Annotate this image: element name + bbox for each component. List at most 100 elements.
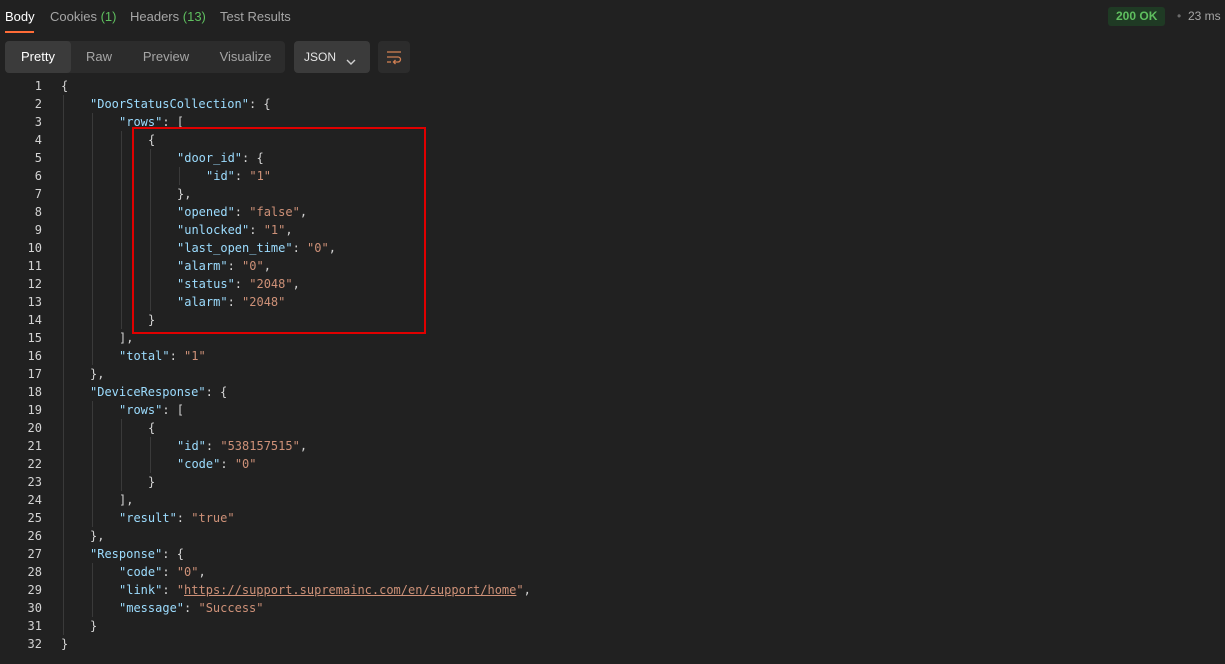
line-number: 6 bbox=[34, 169, 42, 183]
indent-guide bbox=[63, 491, 64, 509]
mode-raw-button[interactable]: Raw bbox=[75, 41, 123, 73]
code-line-content: "total": "1" bbox=[119, 347, 206, 365]
line-number: 23 bbox=[27, 475, 42, 489]
code-line-content: "link": "https://support.supremainc.com/… bbox=[119, 581, 531, 599]
indent-guide bbox=[121, 167, 122, 185]
code-line-content: } bbox=[90, 617, 97, 635]
indent-guide bbox=[63, 239, 64, 257]
indent-guide bbox=[121, 257, 122, 275]
language-select[interactable]: JSON bbox=[294, 41, 370, 73]
highlight-annotation-box bbox=[132, 127, 426, 334]
json-punctuation: , bbox=[523, 583, 531, 597]
code-line: 20 { bbox=[0, 419, 1225, 437]
json-string: "true" bbox=[191, 511, 235, 525]
indent-guide bbox=[92, 221, 93, 239]
line-number: 10 bbox=[27, 241, 42, 255]
line-number: 5 bbox=[34, 151, 42, 165]
indent-guide bbox=[63, 401, 64, 419]
code-line-content: "rows": [ bbox=[119, 401, 184, 419]
json-punctuation: }, bbox=[90, 529, 105, 543]
indent-guide bbox=[92, 167, 93, 185]
indent-guide bbox=[121, 185, 122, 203]
tab-cookies-label: Cookies bbox=[50, 9, 97, 24]
json-key: "message" bbox=[119, 601, 185, 615]
code-line-content: } bbox=[61, 635, 68, 653]
json-key: "code" bbox=[177, 457, 221, 471]
code-line: 18 "DeviceResponse": { bbox=[0, 383, 1225, 401]
code-line-content: "result": "true" bbox=[119, 509, 235, 527]
indent-guide bbox=[63, 113, 64, 131]
code-line: 30 "message": "Success" bbox=[0, 599, 1225, 617]
code-line: 25 "result": "true" bbox=[0, 509, 1225, 527]
json-punctuation: { bbox=[148, 421, 156, 435]
indent-guide bbox=[92, 401, 93, 419]
indent-guide bbox=[63, 275, 64, 293]
code-line: 16 "total": "1" bbox=[0, 347, 1225, 365]
json-punctuation: }, bbox=[90, 367, 105, 381]
json-punctuation: ], bbox=[119, 493, 134, 507]
indent-guide bbox=[121, 311, 122, 329]
mode-preview-button[interactable]: Preview bbox=[129, 41, 203, 73]
json-punctuation: , bbox=[299, 439, 308, 453]
json-punctuation: , bbox=[198, 565, 206, 579]
indent-guide bbox=[63, 581, 64, 599]
code-line-content: }, bbox=[90, 365, 104, 383]
line-number: 16 bbox=[27, 349, 42, 363]
code-line: 29 "link": "https://support.supremainc.co… bbox=[0, 581, 1225, 599]
json-key: "DoorStatusCollection" bbox=[90, 97, 249, 111]
tab-body[interactable]: Body bbox=[5, 9, 35, 24]
indent-guide bbox=[63, 203, 64, 221]
indent-guide bbox=[63, 437, 64, 455]
indent-guide bbox=[63, 131, 64, 149]
tab-cookies[interactable]: Cookies (1) bbox=[50, 9, 116, 24]
indent-guide bbox=[92, 581, 93, 599]
json-punctuation: : { bbox=[162, 547, 184, 561]
code-line: 22 "code": "0" bbox=[0, 455, 1225, 473]
code-line: 2 "DoorStatusCollection": { bbox=[0, 95, 1225, 113]
tab-test-results[interactable]: Test Results bbox=[220, 9, 291, 24]
code-line: 31} bbox=[0, 617, 1225, 635]
indent-guide bbox=[63, 329, 64, 347]
indent-guide bbox=[121, 437, 122, 455]
indent-guide bbox=[63, 509, 64, 527]
indent-guide bbox=[92, 599, 93, 617]
indent-guide bbox=[121, 419, 122, 437]
response-time[interactable]: 23 ms bbox=[1188, 9, 1221, 23]
line-number: 25 bbox=[27, 511, 42, 525]
json-key: "code" bbox=[119, 565, 163, 579]
indent-guide bbox=[121, 239, 122, 257]
line-number: 28 bbox=[27, 565, 42, 579]
indent-guide bbox=[92, 419, 93, 437]
line-number: 22 bbox=[27, 457, 42, 471]
mode-visualize-button[interactable]: Visualize bbox=[209, 41, 282, 73]
code-line: 26}, bbox=[0, 527, 1225, 545]
json-punctuation: : bbox=[169, 349, 185, 363]
json-key: "total" bbox=[119, 349, 170, 363]
status-badge[interactable]: 200 OK bbox=[1108, 7, 1166, 26]
language-select-value: JSON bbox=[304, 50, 337, 64]
code-line-content: "message": "Success" bbox=[119, 599, 264, 617]
indent-guide bbox=[63, 311, 64, 329]
json-punctuation: : bbox=[162, 583, 177, 597]
json-key: "Response" bbox=[90, 547, 163, 561]
line-number: 26 bbox=[27, 529, 42, 543]
code-line: 28 "code": "0", bbox=[0, 563, 1225, 581]
indent-guide bbox=[121, 473, 122, 491]
chevron-down-icon bbox=[346, 53, 356, 71]
code-line-content: "DeviceResponse": { bbox=[90, 383, 227, 401]
tab-headers[interactable]: Headers (13) bbox=[130, 9, 206, 24]
json-punctuation: { bbox=[61, 79, 69, 93]
indent-guide bbox=[63, 545, 64, 563]
mode-pretty-button[interactable]: Pretty bbox=[5, 41, 71, 73]
line-number: 4 bbox=[34, 133, 42, 147]
code-line: 19 "rows": [ bbox=[0, 401, 1225, 419]
indent-guide bbox=[92, 329, 93, 347]
indent-guide bbox=[121, 455, 122, 473]
json-link[interactable]: https://support.supremainc.com/en/suppor… bbox=[184, 583, 516, 597]
wrap-lines-button[interactable] bbox=[378, 41, 410, 73]
line-number: 8 bbox=[34, 205, 42, 219]
code-line: 1{ bbox=[0, 77, 1225, 95]
json-punctuation: : bbox=[184, 601, 199, 615]
line-number: 3 bbox=[34, 115, 42, 129]
indent-guide bbox=[150, 437, 151, 455]
